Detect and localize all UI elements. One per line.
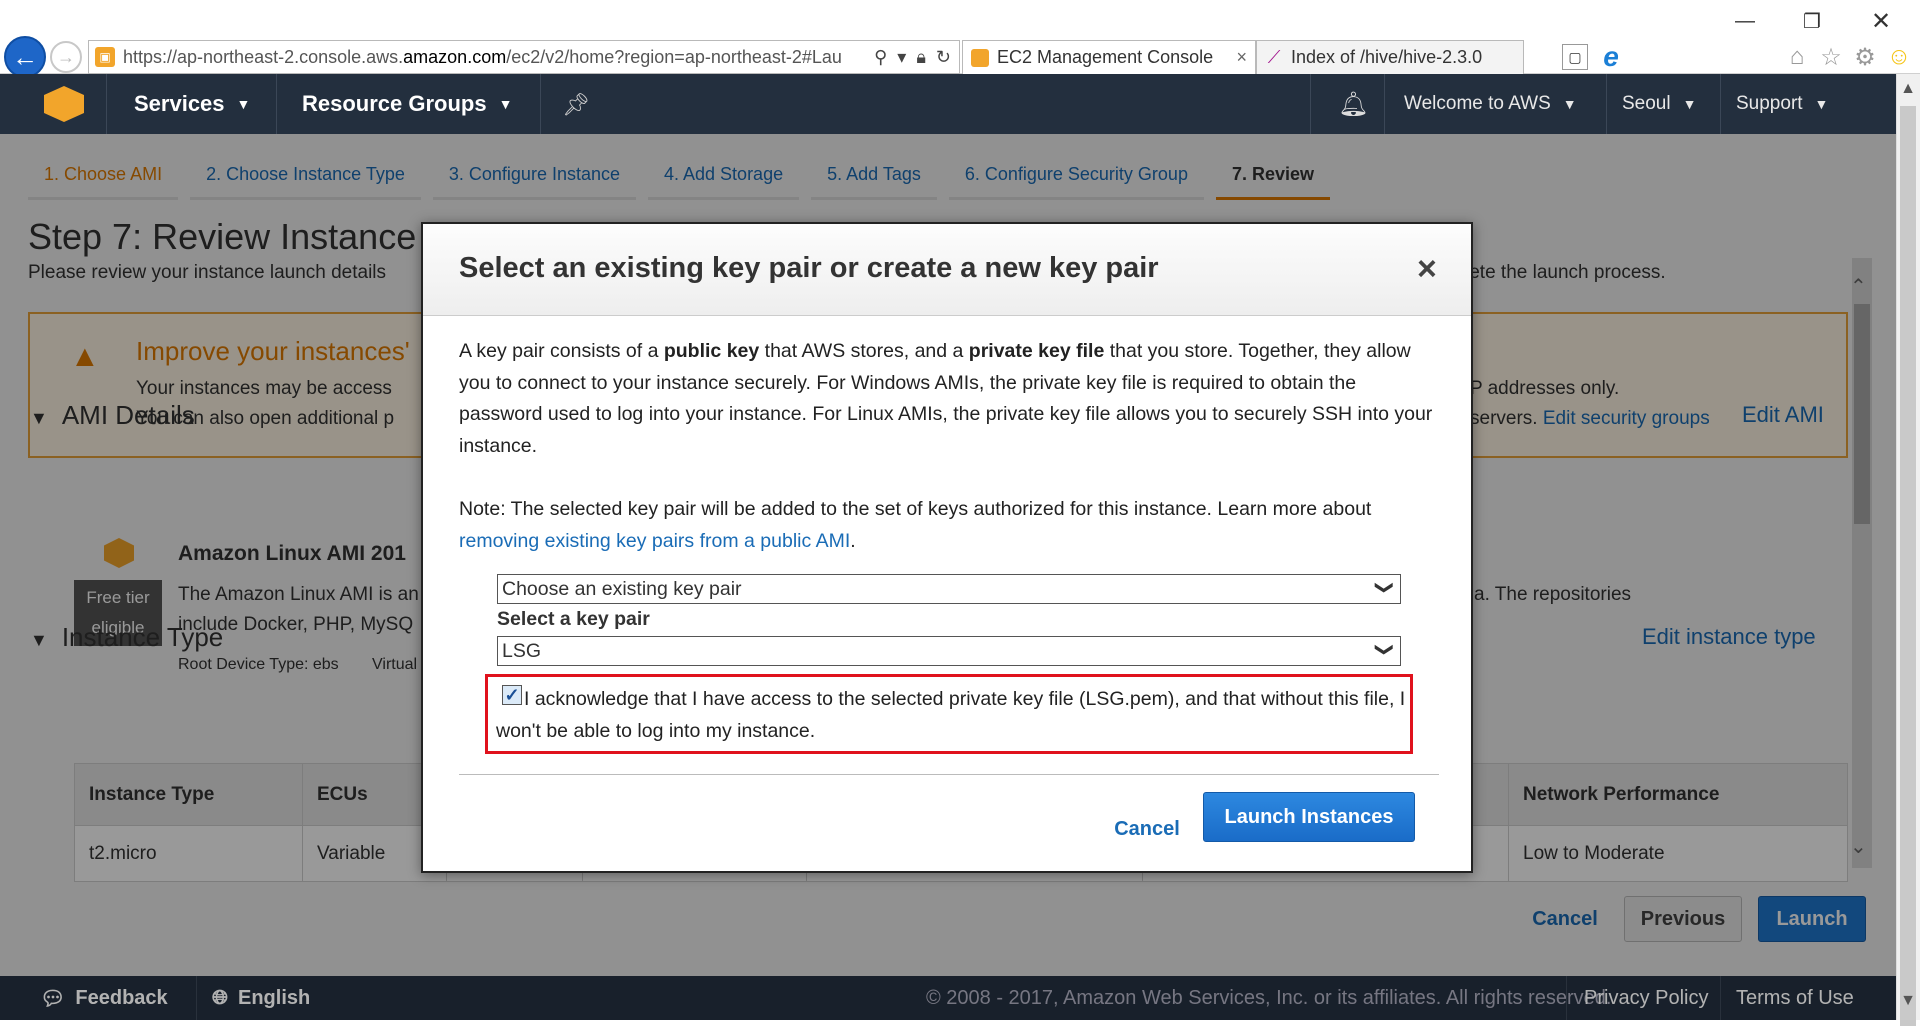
dialog-title: Select an existing key pair or create a … [459, 252, 1159, 284]
address-bar[interactable]: ▣ https://ap-northeast-2.console.aws.ama… [88, 40, 960, 74]
close-window-button[interactable]: ✕ [1866, 8, 1896, 35]
key-pair-select[interactable]: LSG ❯ [497, 636, 1401, 666]
caret-down-icon: ▼ [1562, 96, 1577, 112]
address-bar-icons: ⚲ ▾ 🔒︎ ↻ [866, 47, 959, 68]
ie-logo-icon: e [1603, 41, 1619, 72]
services-label: Services [134, 91, 225, 116]
chevron-down-icon: ❯ [1374, 641, 1395, 658]
refresh-icon[interactable]: ↻ [936, 47, 951, 68]
aws-logo-icon[interactable] [44, 86, 84, 122]
chevron-down-icon: ❯ [1374, 579, 1395, 596]
forward-button[interactable]: → [50, 41, 82, 73]
key-pair-note: Note: The selected key pair will be adde… [459, 494, 1439, 557]
nav-divider [1384, 74, 1385, 134]
home-icon[interactable]: ⌂ [1782, 42, 1812, 72]
lock-icon[interactable]: 🔒︎ [916, 47, 926, 68]
caret-down-icon: ▼ [1682, 96, 1697, 112]
caret-down-icon: ▼ [498, 96, 513, 112]
dialog-header: Select an existing key pair or create a … [423, 224, 1471, 316]
minimize-button[interactable]: — [1730, 8, 1760, 34]
acknowledge-checkbox[interactable]: ✓ [502, 685, 522, 705]
aws-top-nav: Services ▼ Resource Groups ▼ 📌︎ 🔔︎ Welcome… [0, 74, 1896, 134]
nav-divider [1720, 74, 1721, 134]
site-favicon-icon: ▣ [95, 47, 115, 67]
tab-title: EC2 Management Console [997, 47, 1214, 67]
bell-icon[interactable]: 🔔︎ [1338, 90, 1368, 119]
dropdown-arrow-icon[interactable]: ▾ [897, 47, 906, 68]
support-menu[interactable]: Support ▼ [1736, 74, 1828, 134]
tab-title: Index of /hive/hive-2.3.0 [1291, 47, 1483, 67]
back-button[interactable]: ← [4, 36, 46, 78]
nav-divider [1606, 74, 1607, 134]
settings-gear-icon[interactable]: ⚙ [1850, 42, 1880, 72]
region-label: Seoul [1622, 93, 1671, 114]
launch-instances-button[interactable]: Launch Instances [1203, 792, 1415, 842]
nav-divider [276, 74, 277, 134]
select-key-pair-label: Select a key pair [497, 608, 650, 630]
nav-divider [106, 74, 107, 134]
nav-divider [540, 74, 541, 134]
explanation-text: A key pair consists of a [459, 340, 664, 362]
aws-favicon-icon [971, 48, 989, 67]
key-pair-explanation: A key pair consists of a public key that… [459, 336, 1439, 462]
tab-hive-index[interactable]: ⟋ Index of /hive/hive-2.3.0 [1256, 40, 1524, 74]
resource-groups-menu[interactable]: Resource Groups ▼ [302, 74, 512, 134]
tab-close-icon[interactable]: × [1236, 47, 1247, 68]
feather-icon: ⟋ [1267, 47, 1281, 67]
public-key-term: public key [663, 340, 760, 362]
private-key-term: private key file [968, 340, 1105, 362]
restore-button[interactable]: ❐ [1797, 8, 1827, 34]
pin-icon[interactable]: 📌︎ [562, 92, 590, 118]
acknowledge-highlight-box: I acknowledge that I have access to the … [485, 674, 1413, 754]
caret-down-icon: ▼ [1814, 96, 1829, 112]
aws-footer: 💬︎ Feedback 🌐︎ English © 2008 - 2017, Amaz… [0, 976, 1896, 1020]
explanation-text: that AWS stores, and a [759, 340, 969, 362]
account-label: Welcome to AWS [1404, 93, 1551, 114]
dialog-cancel-button[interactable]: Cancel [1099, 806, 1195, 852]
caret-down-icon: ▼ [236, 96, 251, 112]
account-menu[interactable]: Welcome to AWS ▼ [1404, 74, 1577, 134]
remove-key-pairs-link[interactable]: removing existing key pairs from a publi… [459, 530, 850, 552]
window-scroll-down-icon[interactable]: ▼ [1898, 992, 1918, 1010]
tab-ec2-console[interactable]: EC2 Management Console × [962, 40, 1256, 74]
dialog-body: A key pair consists of a public key that… [459, 336, 1439, 589]
key-pair-value: LSG [502, 639, 542, 662]
key-pair-mode-value: Choose an existing key pair [502, 577, 742, 600]
search-icon[interactable]: ⚲ [874, 47, 887, 68]
note-text: Note: The selected key pair will be adde… [459, 498, 1372, 520]
note-text: . [850, 529, 856, 552]
close-icon[interactable]: × [1417, 250, 1437, 289]
favorites-star-icon[interactable]: ☆ [1816, 42, 1846, 72]
resource-groups-label: Resource Groups [302, 91, 487, 116]
region-menu[interactable]: Seoul ▼ [1622, 74, 1696, 134]
address-url[interactable]: https://ap-northeast-2.console.aws.amazo… [123, 47, 866, 68]
key-pair-mode-select[interactable]: Choose an existing key pair ❯ [497, 574, 1401, 604]
window-scroll-thumb[interactable] [1900, 106, 1916, 1026]
window-scroll-up-icon[interactable]: ▲ [1898, 80, 1918, 98]
support-label: Support [1736, 93, 1803, 114]
browser-chrome: ← → ▣ https://ap-northeast-2.console.aws… [0, 0, 1920, 78]
footer-backdrop [0, 976, 1896, 1020]
new-tab-button[interactable]: ▢ [1562, 44, 1588, 70]
key-pair-dialog: Select an existing key pair or create a … [421, 222, 1473, 873]
acknowledge-label: I acknowledge that I have access to the … [496, 688, 1406, 742]
feedback-smiley-icon[interactable]: ☺ [1884, 42, 1914, 72]
services-menu[interactable]: Services ▼ [134, 74, 250, 134]
dialog-divider [459, 774, 1439, 775]
nav-divider [1310, 74, 1311, 134]
